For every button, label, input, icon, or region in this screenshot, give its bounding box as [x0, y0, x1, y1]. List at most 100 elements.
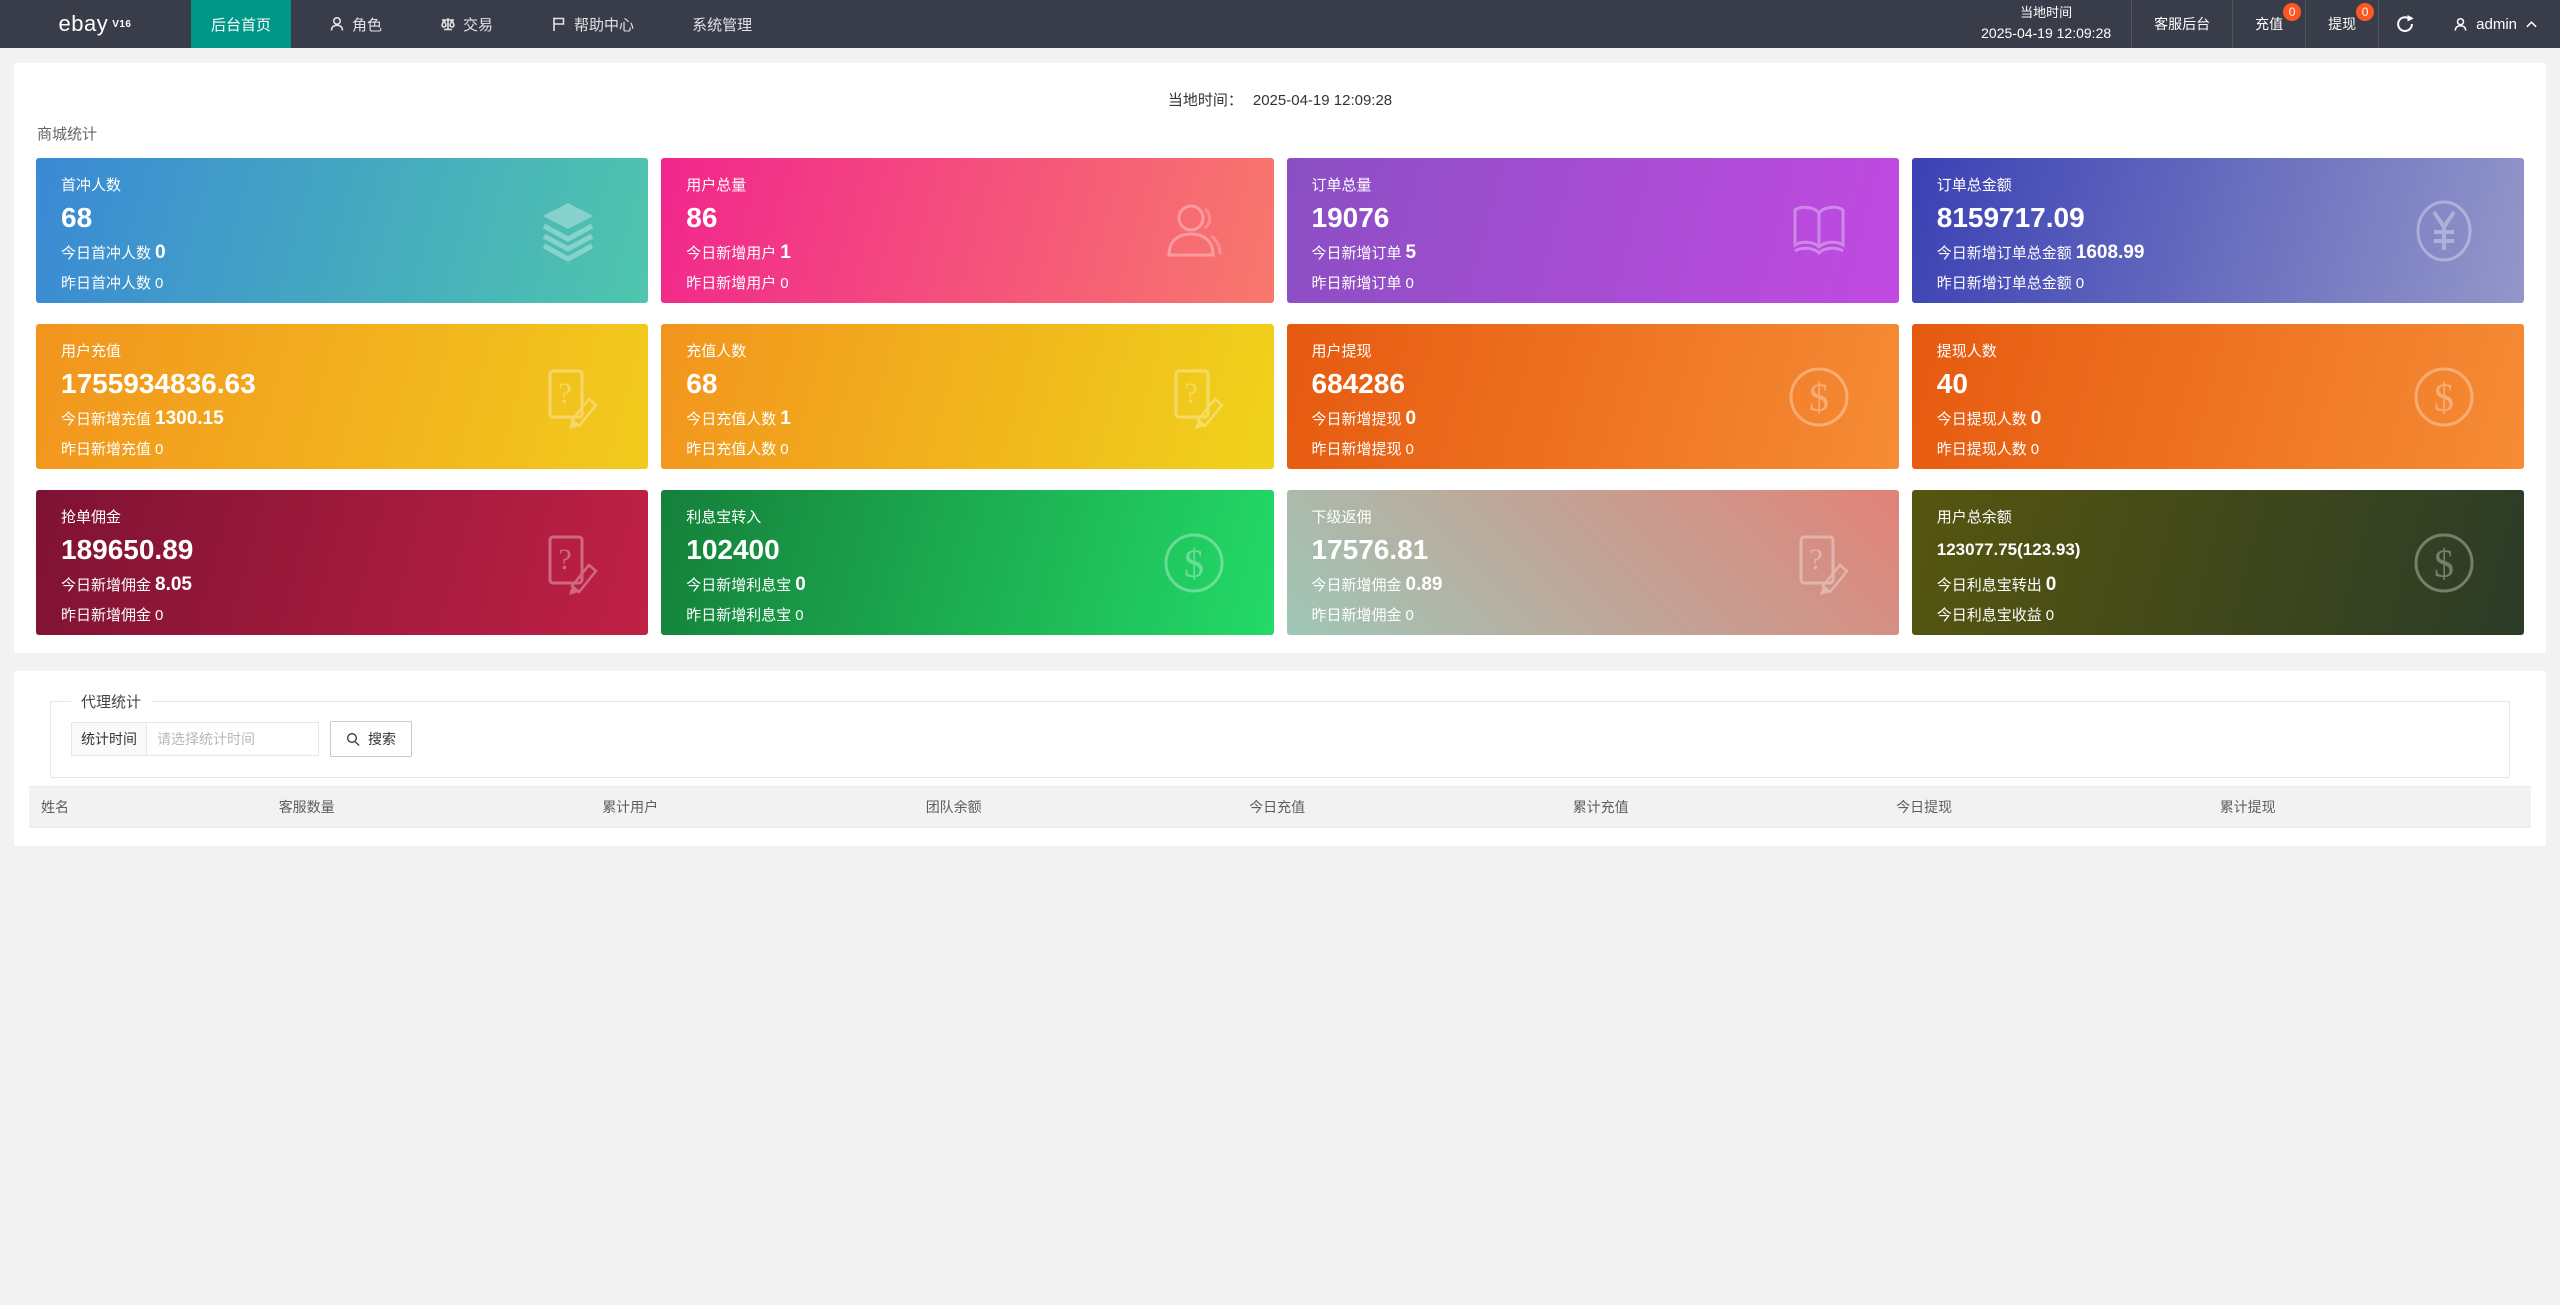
user-menu[interactable]: admin — [2431, 0, 2560, 48]
yesterday-label: 昨日新增订单总金额 — [1936, 275, 2072, 292]
agent-panel: 代理统计 统计时间 搜索 姓名客服数量累计用户团队余额今日充值累计充值今日提现累… — [14, 671, 2546, 846]
yesterday-value: 0 — [2030, 441, 2040, 458]
nav-item-label: 帮助中心 — [574, 16, 635, 34]
table-header-5: 今日充值 — [1237, 786, 1561, 828]
stat-card-1: 首冲人数 68 今日首冲人数 0 昨日首冲人数 0 — [36, 158, 649, 303]
today-label: 今日利息宝转出 — [1936, 577, 2042, 594]
today-label: 今日新增充值 — [61, 411, 152, 428]
stat-card-yesterday-line: 昨日新增利息宝 0 — [686, 604, 1248, 625]
search-icon — [346, 732, 361, 747]
navbar-right: 当地时间 2025-04-19 12:09:28 客服后台 充值 0 提现 0 admi… — [1961, 0, 2560, 48]
table-header-3: 累计用户 — [590, 786, 914, 828]
navbar-action-label: 提现 — [2328, 16, 2357, 32]
book-icon — [1787, 199, 1851, 263]
navbar-action-2[interactable]: 充值 0 — [2233, 0, 2305, 48]
page-time-value: 2025-04-19 12:09:28 — [1252, 92, 1393, 109]
nav-item-5[interactable]: 系统管理 — [672, 0, 772, 48]
today-value: 0 — [1405, 408, 1417, 429]
stat-card-title: 用户提现 — [1311, 343, 1372, 360]
yesterday-label: 昨日首冲人数 — [61, 275, 152, 292]
section-title: 商城统计 — [37, 126, 98, 143]
navbar-action-label: 客服后台 — [2154, 16, 2211, 32]
yesterday-label: 昨日新增利息宝 — [686, 607, 792, 624]
stat-card-yesterday-line: 昨日新增订单 0 — [1312, 272, 1874, 293]
user-name: admin — [2476, 15, 2517, 33]
stat-card-yesterday-line: 昨日首冲人数 0 — [61, 272, 623, 293]
yesterday-label: 昨日充值人数 — [686, 441, 777, 458]
stat-card-title: 订单总金额 — [1936, 177, 2012, 194]
page-time-label: 当地时间： — [1167, 92, 1243, 109]
stat-card-yesterday-line: 昨日新增提现 0 — [1312, 438, 1874, 459]
yesterday-value: 0 — [1405, 607, 1414, 624]
refresh-icon — [2395, 14, 2415, 34]
stat-card-8: 提现人数 40 今日提现人数 0 昨日提现人数 0 — [1911, 324, 2524, 469]
stat-card-11: 下级返佣 17576.81 今日新增佣金 0.89 昨日新增佣金 0 — [1286, 490, 1899, 635]
dollar-icon — [1162, 531, 1226, 595]
yesterday-value: 0 — [1405, 275, 1414, 292]
stat-card-title: 用户总量 — [686, 177, 747, 194]
stat-time-input[interactable] — [147, 722, 319, 756]
today-label: 今日新增利息宝 — [686, 577, 792, 594]
dollar-icon — [1787, 365, 1851, 429]
filter-row: 统计时间 搜索 — [71, 721, 2509, 757]
table-header-1: 姓名 — [29, 786, 267, 828]
stat-card-yesterday-line: 今日利息宝收益 0 — [1937, 604, 2499, 625]
filter-label: 统计时间 — [71, 722, 147, 756]
flag-icon — [551, 16, 567, 32]
stats-panel: 当地时间： 2025-04-19 12:09:28 商城统计 首冲人数 68 今日首冲… — [14, 63, 2546, 653]
today-value: 1 — [780, 408, 791, 429]
user-icon — [2453, 17, 2468, 32]
agent-table-header-row: 姓名 客服数量 累计用户 团队余额 今日充值 累计充值 今日提现 累计提现 — [29, 786, 2531, 828]
chevron-up-icon — [2525, 18, 2538, 31]
stats-cards-grid: 首冲人数 68 今日首冲人数 0 昨日首冲人数 0 用户总量 86 今日新增用户 1 昨日新增用户 0… — [14, 144, 2546, 635]
nav-item-label: 交易 — [463, 16, 494, 34]
nav-item-label: 后台首页 — [211, 16, 272, 34]
yesterday-value: 0 — [1405, 441, 1414, 458]
stat-card-yesterday-line: 昨日新增用户 0 — [686, 272, 1248, 293]
count-badge: 0 — [2356, 3, 2375, 21]
nav-item-3[interactable]: 交易 — [420, 0, 513, 48]
docedit-icon — [536, 531, 600, 595]
yesterday-value: 0 — [155, 607, 164, 624]
search-button[interactable]: 搜索 — [330, 721, 412, 757]
yesterday-label: 昨日新增充值 — [61, 441, 152, 458]
logo-text: ebay — [58, 11, 109, 36]
yesterday-label: 昨日新增提现 — [1311, 441, 1402, 458]
refresh-button[interactable] — [2379, 0, 2431, 48]
layers-icon — [536, 199, 600, 263]
nav-item-2[interactable]: 角色 — [309, 0, 402, 48]
main-nav: 后台首页 角色 交易 帮助中心 系统管理 — [190, 0, 781, 48]
local-time-value: 2025-04-19 12:09:28 — [1981, 25, 2112, 42]
local-time-label: 当地时间 — [2020, 5, 2073, 21]
yesterday-label: 昨日新增用户 — [686, 275, 777, 292]
stat-card-yesterday-line: 昨日充值人数 0 — [686, 438, 1248, 459]
logo-version: V16 — [112, 18, 132, 30]
stat-card-5: 用户充值 1755934836.63 今日新增充值 1300.15 昨日新增充值 0 — [36, 324, 649, 469]
docedit-icon — [1162, 365, 1226, 429]
navbar-action-1[interactable]: 客服后台 — [2132, 0, 2232, 48]
table-header-6: 累计充值 — [1560, 786, 1885, 828]
app-logo[interactable]: ebay V16 — [0, 0, 190, 48]
count-badge: 0 — [2283, 3, 2302, 21]
navbar-action-3[interactable]: 提现 0 — [2306, 0, 2378, 48]
today-label: 今日提现人数 — [1936, 411, 2027, 428]
today-value: 1608.99 — [2075, 242, 2145, 263]
navbar-right-items: 客服后台 充值 0 提现 0 — [2132, 0, 2380, 48]
nav-item-4[interactable]: 帮助中心 — [531, 0, 654, 48]
stat-card-yesterday-line: 昨日新增佣金 0 — [1312, 604, 1874, 625]
top-navbar: ebay V16 后台首页 角色 交易 帮助中心 系统管理 当地时间 2025-04-1… — [0, 0, 2560, 48]
navbar-action-label: 充值 — [2255, 16, 2284, 32]
agent-legend: 代理统计 — [81, 694, 142, 711]
today-value: 1 — [780, 242, 791, 263]
nav-item-1[interactable]: 后台首页 — [191, 0, 292, 48]
docedit-icon — [536, 365, 600, 429]
yesterday-value: 0 — [2045, 607, 2055, 624]
today-label: 今日新增佣金 — [61, 577, 152, 594]
yesterday-label: 昨日新增佣金 — [61, 607, 152, 624]
stat-card-title: 充值人数 — [686, 343, 747, 360]
today-label: 今日新增订单 — [1311, 245, 1402, 262]
dollar-icon — [2412, 365, 2476, 429]
stat-card-title: 提现人数 — [1936, 343, 1997, 360]
nav-item-label: 系统管理 — [692, 16, 753, 34]
today-value: 5 — [1405, 242, 1417, 263]
